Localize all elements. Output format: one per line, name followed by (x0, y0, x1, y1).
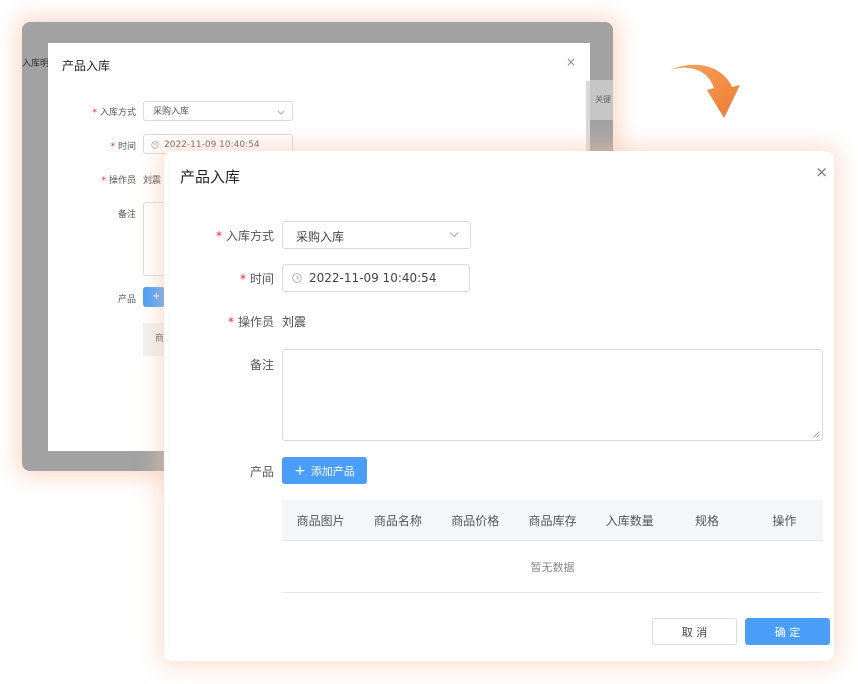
column-header: 入库数量 (605, 513, 654, 528)
background-method-select: 采购入库 (143, 101, 293, 121)
background-clock-icon (151, 141, 159, 149)
background-table-header: 商 (143, 323, 165, 356)
table-empty-text: 暂无数据 (282, 541, 823, 593)
confirm-button[interactable]: 确 定 (745, 618, 830, 645)
plus-icon: + (294, 462, 306, 479)
curved-arrow-icon (670, 64, 740, 118)
time-label: 时间 (184, 270, 274, 287)
inbound-method-value: 采购入库 (296, 230, 345, 244)
background-plus-icon: + (152, 291, 161, 302)
column-header: 商品价格 (451, 513, 500, 528)
background-time-label: 时间 (66, 139, 136, 152)
remark-label: 备注 (249, 358, 274, 372)
operator-label: 操作员 (184, 313, 274, 330)
column-header: 操作 (772, 513, 797, 528)
clock-icon (292, 273, 302, 283)
background-product-label: 产品 (117, 295, 136, 305)
background-dialog-title: 产品入库 (62, 59, 111, 73)
remark-textarea[interactable] (282, 349, 823, 441)
background-scrollbar (586, 81, 590, 151)
add-product-button[interactable]: + 添加产品 (282, 457, 367, 484)
column-header: 商品库存 (528, 513, 577, 528)
background-operator-value: 刘震 (143, 176, 162, 186)
background-right-label: 关键 (595, 95, 611, 104)
add-product-label: 添加产品 (310, 464, 355, 478)
table-header: 商品图片 商品名称 商品价格 商品库存 入库数量 规格 操作 (282, 500, 823, 541)
product-label: 产品 (249, 465, 274, 479)
column-header: 规格 (695, 513, 720, 528)
background-table-col: 商 (155, 334, 165, 344)
background-method-value: 采购入库 (153, 107, 190, 117)
operator-value: 刘震 (282, 315, 307, 329)
inbound-method-select[interactable]: 采购入库 (282, 221, 471, 249)
close-icon[interactable]: × (815, 165, 828, 180)
background-add-button: + (143, 287, 165, 307)
column-header: 商品图片 (296, 513, 345, 528)
time-value: 2022-11-09 10:40:54 (309, 271, 437, 285)
background-operator-label: 操作员 (66, 173, 136, 186)
cancel-button[interactable]: 取 消 (652, 618, 737, 645)
background-close-icon: × (565, 55, 576, 69)
background-method-label: 入库方式 (66, 105, 136, 118)
background-chevron-down-icon (277, 110, 285, 115)
chevron-down-icon (449, 232, 459, 238)
dialog-title: 产品入库 (180, 168, 241, 186)
background-remark-label: 备注 (117, 210, 136, 220)
product-inbound-dialog: 产品入库 × 入库方式 采购入库 时间 2022-11-09 10:40:54 … (164, 151, 834, 661)
time-picker-input[interactable]: 2022-11-09 10:40:54 (282, 264, 470, 292)
resize-grip-icon[interactable] (813, 431, 820, 438)
background-time-value: 2022-11-09 10:40:54 (164, 140, 260, 150)
product-table: 商品图片 商品名称 商品价格 商品库存 入库数量 规格 操作 暂无数据 (282, 500, 823, 593)
method-label: 入库方式 (184, 227, 274, 244)
column-header: 商品名称 (373, 513, 422, 528)
